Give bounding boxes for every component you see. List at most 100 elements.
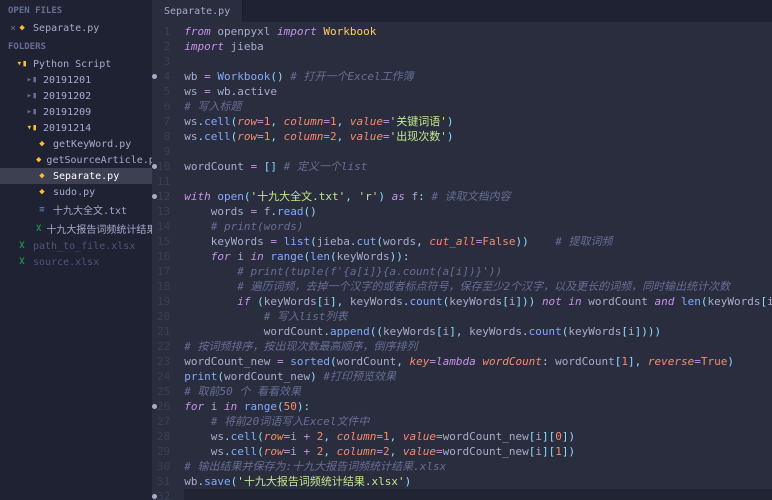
line-number: 4 <box>157 69 170 84</box>
file-item[interactable]: ≡十九大全文.txt <box>0 200 152 219</box>
py-icon: ◆ <box>36 154 41 166</box>
code-line[interactable]: wb = Workbook() # 打开一个Excel工作簿 <box>184 69 772 84</box>
file-item[interactable]: X 十九大报告词频统计结果.xlsx <box>0 219 152 238</box>
line-number: 7 <box>157 114 170 129</box>
folder-icon: ▸ ▮ <box>26 74 38 86</box>
line-number: 16 <box>157 249 170 264</box>
item-label: sudo.py <box>53 187 95 198</box>
code-line[interactable]: # 取前50 个 看看效果 <box>184 384 772 399</box>
line-number: 2 <box>157 39 170 54</box>
line-number: 20 <box>157 309 170 324</box>
py-icon: ◆ <box>36 170 48 182</box>
code-line[interactable]: wordCount_new = sorted(wordCount, key=la… <box>184 354 772 369</box>
xlsx-icon: X <box>16 240 28 252</box>
item-label: getSourceArticle.py <box>46 155 152 166</box>
open-file-item[interactable]: ×◆Separate.py <box>0 20 152 36</box>
code-line[interactable]: # 按词频排序，按出现次数最高顺序，倒序排列 <box>184 339 772 354</box>
xlsx-icon: X <box>36 223 41 235</box>
file-tab[interactable]: Separate.py <box>152 0 243 22</box>
code-line[interactable]: keyWords = list(jieba.cut(words, cut_all… <box>184 234 772 249</box>
sidebar: OPEN FILES ×◆Separate.py FOLDERS ▾ ▮Pyth… <box>0 0 152 500</box>
folder-item[interactable]: ▸ ▮20191201 <box>0 72 152 88</box>
line-number: 14 <box>157 219 170 234</box>
item-label: 20191202 <box>43 91 91 102</box>
line-number: 17 <box>157 264 170 279</box>
item-label: 20191209 <box>43 107 91 118</box>
item-label: 十九大报告词频统计结果.xlsx <box>46 221 152 236</box>
code-line[interactable]: if (keyWords[i], keyWords.count(keyWords… <box>184 294 772 309</box>
file-item[interactable]: Xsource.xlsx <box>0 254 152 270</box>
line-number: 27 <box>157 414 170 429</box>
code-line[interactable]: # 遍历词频，去掉一个汉字的或者标点符号，保存至少2个汉字，以及更长的词频，同时… <box>184 279 772 294</box>
file-item[interactable]: ◆ Separate.py <box>0 168 152 184</box>
code-line[interactable] <box>184 54 772 69</box>
line-number: 23 <box>157 354 170 369</box>
code-line[interactable]: with open('十九大全文.txt', 'r') as f: # 读取文档… <box>184 189 772 204</box>
code-line[interactable]: # 写入list列表 <box>184 309 772 324</box>
code-area[interactable]: from openpyxl import Workbookimport jieb… <box>178 22 772 500</box>
code-line[interactable]: ws.cell(row=1, column=1, value='关键词语') <box>184 114 772 129</box>
code-line[interactable]: for i in range(50): <box>184 399 772 414</box>
folder-tree: ▾ ▮Python Script▸ ▮20191201▸ ▮20191202▸ … <box>0 56 152 270</box>
item-label: path_to_file.xlsx <box>33 241 135 252</box>
folder-icon: ▸ ▮ <box>26 106 38 118</box>
txt-icon: ≡ <box>36 204 48 216</box>
code-line[interactable]: for i in range(len(keyWords)): <box>184 249 772 264</box>
gutter-line-numbers: 1234567891011121314151617181920212223242… <box>157 22 178 500</box>
code-line[interactable]: ws.cell(row=1, column=2, value='出现次数') <box>184 129 772 144</box>
code-line[interactable]: ws = wb.active <box>184 84 772 99</box>
line-number: 3 <box>157 54 170 69</box>
code-line[interactable]: wb.save('十九大报告词频统计结果.xlsx') <box>184 474 772 489</box>
line-number: 29 <box>157 444 170 459</box>
code-line[interactable] <box>184 174 772 189</box>
line-number: 28 <box>157 429 170 444</box>
code-line[interactable]: # 输出结果并保存为:十九大报告词频统计结果.xlsx <box>184 459 772 474</box>
editor[interactable]: 1234567891011121314151617181920212223242… <box>152 22 772 500</box>
code-line[interactable] <box>184 144 772 159</box>
line-number: 32 <box>157 489 170 500</box>
file-item[interactable]: ◆ sudo.py <box>0 184 152 200</box>
line-number: 11 <box>157 174 170 189</box>
line-number: 9 <box>157 144 170 159</box>
code-line[interactable]: ws.cell(row=i + 2, column=1, value=wordC… <box>184 429 772 444</box>
folder-item[interactable]: ▾ ▮ Python Script <box>0 56 152 72</box>
code-line[interactable]: wordCount.append((keyWords[i], keyWords.… <box>184 324 772 339</box>
folder-item[interactable]: ▸ ▮ 20191209 <box>0 104 152 120</box>
code-line[interactable]: from openpyxl import Workbook <box>184 24 772 39</box>
folder-item[interactable]: ▸ ▮ 20191202 <box>0 88 152 104</box>
line-number: 26 <box>157 399 170 414</box>
code-line[interactable]: print(wordCount_new) #打印预览效果 <box>184 369 772 384</box>
file-item[interactable]: ◆ getKeyWord.py <box>0 136 152 152</box>
code-line[interactable]: ws.cell(row=i + 2, column=2, value=wordC… <box>184 444 772 459</box>
line-number: 30 <box>157 459 170 474</box>
item-label: Python Script <box>33 59 111 70</box>
code-line[interactable]: # 写入标题 <box>184 99 772 114</box>
folder-item[interactable]: ▾ ▮20191214 <box>0 120 152 136</box>
tab-bar: Separate.py <box>152 0 772 22</box>
code-line[interactable]: # print(words) <box>184 219 772 234</box>
code-line[interactable]: words = f.read() <box>184 204 772 219</box>
code-line[interactable]: import jieba <box>184 39 772 54</box>
open-files-list: ×◆Separate.py <box>0 20 152 36</box>
line-number: 24 <box>157 369 170 384</box>
file-item[interactable]: Xpath_to_file.xlsx <box>0 238 152 254</box>
item-label: Separate.py <box>53 171 119 182</box>
item-label: 20191214 <box>43 123 91 134</box>
open-files-header: OPEN FILES <box>0 0 152 20</box>
code-line[interactable]: wordCount = [] # 定义一个list <box>184 159 772 174</box>
code-line[interactable]: # 将前20词语写入Excel文件中 <box>184 414 772 429</box>
line-number: 25 <box>157 384 170 399</box>
code-line[interactable] <box>184 489 772 500</box>
py-icon: ◆ <box>36 138 48 150</box>
py-icon: ◆ <box>36 186 48 198</box>
file-item[interactable]: ◆ getSourceArticle.py <box>0 152 152 168</box>
code-line[interactable]: # print(tuple(f'{a[i]}{a.count(a[i])}')) <box>184 264 772 279</box>
file-name: Separate.py <box>33 23 99 34</box>
folder-icon: ▸ ▮ <box>26 90 38 102</box>
line-number: 15 <box>157 234 170 249</box>
folder-open-icon: ▾ ▮ <box>16 58 28 70</box>
line-number: 1 <box>157 24 170 39</box>
line-number: 5 <box>157 84 170 99</box>
item-label: getKeyWord.py <box>53 139 131 150</box>
line-number: 12 <box>157 189 170 204</box>
